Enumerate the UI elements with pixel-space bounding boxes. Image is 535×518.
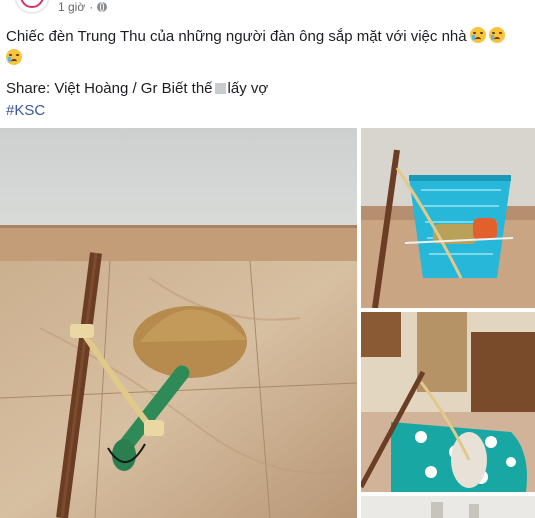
hashtag-link[interactable]: #KSC xyxy=(6,102,45,119)
post-caption: Chiếc đèn Trung Thu của những người đàn … xyxy=(6,28,467,45)
post-meta: 1 giờ · xyxy=(58,0,108,14)
post-text: Chiếc đèn Trung Thu của những người đàn … xyxy=(6,26,526,122)
photo-gallery xyxy=(0,128,535,518)
page-avatar[interactable] xyxy=(14,0,50,14)
photo-side-2[interactable] xyxy=(361,312,535,492)
post-text-line-2 xyxy=(6,48,526,70)
facebook-post: 1 giờ · Chiếc đèn Trung Thu của những ngư… xyxy=(0,0,535,518)
blurred-glyph-icon xyxy=(214,83,226,94)
share-suffix: lấy vợ xyxy=(227,80,269,97)
hashtag-line: #KSC xyxy=(6,100,526,122)
share-prefix: Share: Việt Hoàng / Gr Biết thế xyxy=(6,80,213,97)
ironing-photo-illustration xyxy=(361,312,535,492)
post-text-line-1: Chiếc đèn Trung Thu của những người đàn … xyxy=(6,26,526,48)
meta-separator: · xyxy=(89,0,94,14)
post-header: 1 giờ · xyxy=(0,0,535,18)
crying-face-icon xyxy=(488,27,505,43)
crying-face-icon xyxy=(469,27,486,43)
photo-main[interactable] xyxy=(0,128,357,518)
share-line: Share: Việt Hoàng / Gr Biết thế lấy vợ xyxy=(6,78,526,100)
photo-side-3[interactable] xyxy=(361,496,535,518)
crying-face-icon xyxy=(6,49,22,65)
photo-side-1[interactable] xyxy=(361,128,535,308)
globe-icon[interactable] xyxy=(97,2,108,12)
photo-3-illustration xyxy=(361,496,535,518)
basket-photo-illustration xyxy=(361,128,535,308)
logo-icon xyxy=(20,0,44,8)
post-time[interactable]: 1 giờ xyxy=(58,0,85,14)
broom-photo-illustration xyxy=(0,128,357,518)
